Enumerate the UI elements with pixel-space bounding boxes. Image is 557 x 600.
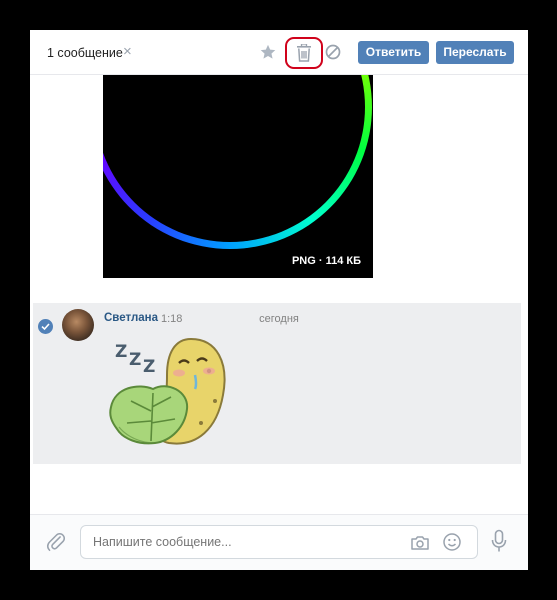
selected-message[interactable]: Светлана 1:18 Z Z Z bbox=[33, 303, 521, 464]
svg-text:Z: Z bbox=[115, 342, 127, 362]
trash-icon[interactable] bbox=[296, 44, 312, 62]
sleeping-pickle-sticker: Z Z Z bbox=[109, 337, 226, 445]
file-meta: PNG · 114 КБ bbox=[291, 255, 361, 267]
svg-text:Z: Z bbox=[143, 357, 155, 377]
date-separator: сегодня bbox=[259, 313, 299, 325]
message-composer bbox=[30, 514, 528, 570]
block-icon[interactable] bbox=[325, 44, 341, 60]
smile-icon[interactable] bbox=[442, 532, 462, 552]
star-icon[interactable] bbox=[259, 43, 277, 61]
svg-text:Z: Z bbox=[129, 350, 141, 370]
forward-button[interactable]: Переслать bbox=[436, 41, 514, 64]
selected-count: 1 сообщение bbox=[47, 46, 123, 60]
mic-icon[interactable] bbox=[490, 529, 508, 553]
clear-selection-icon[interactable]: × bbox=[123, 44, 132, 60]
message-input-box[interactable] bbox=[80, 525, 478, 559]
camera-icon[interactable] bbox=[410, 533, 430, 553]
message-input[interactable] bbox=[93, 535, 393, 549]
chat-window: 1 сообщение × Ответить Переслать PNG · 1… bbox=[30, 30, 528, 570]
attach-icon[interactable] bbox=[45, 531, 67, 553]
reply-button[interactable]: Ответить bbox=[358, 41, 429, 64]
image-attachment[interactable]: PNG · 114 КБ bbox=[103, 75, 373, 278]
delete-highlight bbox=[285, 37, 323, 69]
selection-toolbar: 1 сообщение × Ответить Переслать bbox=[30, 30, 528, 75]
